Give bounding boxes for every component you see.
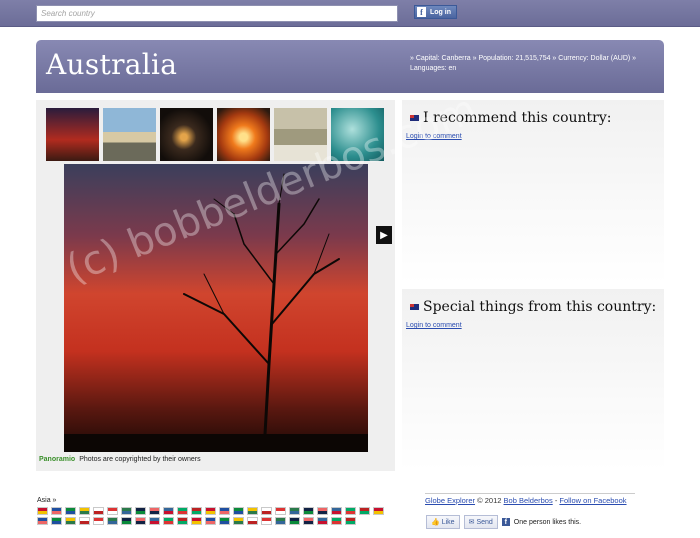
country-flag[interactable] [93, 517, 104, 525]
country-flag[interactable] [247, 507, 258, 515]
send-icon: ✉ [468, 519, 475, 526]
country-flag[interactable] [205, 517, 216, 525]
country-flag[interactable] [121, 517, 132, 525]
country-flag[interactable] [191, 507, 202, 515]
country-flag[interactable] [65, 517, 76, 525]
country-flag[interactable] [135, 517, 146, 525]
country-flag[interactable] [37, 517, 48, 525]
country-header: Australia » Capital: Canberra » Populati… [36, 40, 664, 93]
country-flag[interactable] [121, 507, 132, 515]
tree-silhouette [64, 173, 368, 452]
footer-divider [425, 493, 635, 494]
special-login-link[interactable]: Login to comment [406, 322, 462, 329]
next-arrow-icon[interactable]: ▶ [376, 226, 392, 244]
country-facts: » Capital: Canberra » Population: 21,515… [410, 54, 660, 74]
like-label: Like [441, 518, 455, 526]
country-flag[interactable] [177, 507, 188, 515]
country-flag[interactable] [219, 517, 230, 525]
country-flag[interactable] [51, 517, 62, 525]
country-flag[interactable] [261, 517, 272, 525]
country-flag[interactable] [149, 507, 160, 515]
country-title: Australia [46, 48, 178, 81]
site-link[interactable]: Globe Explorer [425, 496, 475, 505]
thumbnail-sydney-opera-house[interactable] [103, 108, 156, 161]
country-flag[interactable] [303, 507, 314, 515]
thumbnail-reef-lagoon[interactable] [331, 108, 384, 161]
country-flag[interactable] [163, 507, 174, 515]
copyright-text: © 2012 [477, 496, 502, 505]
login-label: Log in [430, 8, 451, 16]
facebook-login-button[interactable]: f Log in [414, 5, 457, 19]
country-flag[interactable] [345, 507, 356, 515]
send-button[interactable]: ✉ Send [463, 515, 498, 529]
country-flag[interactable] [65, 507, 76, 515]
credit-text: Photos are copyrighted by their owners [79, 456, 201, 463]
special-title-text: Special things from this country: [423, 299, 657, 315]
country-flag[interactable] [261, 507, 272, 515]
country-flag[interactable] [275, 507, 286, 515]
australia-flag-icon [410, 304, 419, 310]
search-input[interactable] [36, 5, 398, 22]
social-bar: 👍 Like ✉ Send f One person likes this. [426, 515, 581, 529]
recommend-title: I recommend this country: [410, 110, 612, 126]
recommend-title-text: I recommend this country: [423, 110, 612, 126]
thumbnail-desert-sunset[interactable] [217, 108, 270, 161]
photo-credit: Panoramio Photos are copyrighted by thei… [39, 456, 201, 463]
country-flag[interactable] [247, 517, 258, 525]
country-flag-grid [37, 507, 397, 525]
country-flag[interactable] [219, 507, 230, 515]
country-flag[interactable] [233, 507, 244, 515]
country-flag[interactable] [177, 517, 188, 525]
like-button[interactable]: 👍 Like [426, 515, 460, 529]
country-flag[interactable] [303, 517, 314, 525]
region-link[interactable]: Asia » [37, 497, 56, 504]
thumbnail-sunset-tree[interactable] [46, 108, 99, 161]
facts-line-1: » Capital: Canberra » Population: 21,515… [410, 55, 637, 62]
send-label: Send [476, 518, 493, 526]
country-flag[interactable] [79, 507, 90, 515]
country-flag[interactable] [37, 507, 48, 515]
country-flag[interactable] [149, 517, 160, 525]
country-flag[interactable] [93, 507, 104, 515]
country-flag[interactable] [107, 507, 118, 515]
thumbs-up-icon: 👍 [431, 519, 440, 526]
special-title: Special things from this country: [410, 299, 656, 315]
facebook-icon: f [417, 7, 426, 17]
facebook-icon: f [501, 518, 510, 526]
country-flag[interactable] [359, 507, 370, 515]
country-flag[interactable] [331, 507, 342, 515]
likes-count-text: One person likes this. [513, 518, 582, 526]
country-flag[interactable] [289, 517, 300, 525]
follow-facebook-link[interactable]: Follow on Facebook [559, 496, 626, 505]
country-flag[interactable] [205, 507, 216, 515]
country-flag[interactable] [163, 517, 174, 525]
facts-line-2: Languages: en [410, 65, 457, 72]
country-flag[interactable] [345, 517, 356, 525]
thumbnail-night-harbour[interactable] [160, 108, 213, 161]
footer-credits: Globe Explorer © 2012 Bob Belderbos - Fo… [425, 496, 627, 505]
country-flag[interactable] [135, 507, 146, 515]
country-flag[interactable] [107, 517, 118, 525]
country-flag[interactable] [289, 507, 300, 515]
country-flag[interactable] [317, 517, 328, 525]
special-panel: Special things from this country: Login … [402, 289, 664, 471]
country-flag[interactable] [191, 517, 202, 525]
thumbnail-wetland-path[interactable] [274, 108, 327, 161]
country-flag[interactable] [233, 517, 244, 525]
photo-panel: ▶ Panoramio Photos are copyrighted by th… [36, 100, 395, 471]
main-photo[interactable] [64, 164, 368, 452]
country-flag[interactable] [373, 507, 384, 515]
recommend-login-link[interactable]: Login to comment [406, 133, 462, 140]
country-flag[interactable] [331, 517, 342, 525]
country-flag[interactable] [317, 507, 328, 515]
recommend-panel: I recommend this country: Login to comme… [402, 100, 664, 284]
top-bar: f Log in [0, 0, 700, 27]
country-flag[interactable] [51, 507, 62, 515]
australia-flag-icon [410, 115, 419, 121]
panoramio-logo[interactable]: Panoramio [39, 456, 75, 463]
thumbnail-strip [46, 108, 384, 161]
country-flag[interactable] [275, 517, 286, 525]
author-link[interactable]: Bob Belderbos [504, 496, 553, 505]
country-flag[interactable] [79, 517, 90, 525]
